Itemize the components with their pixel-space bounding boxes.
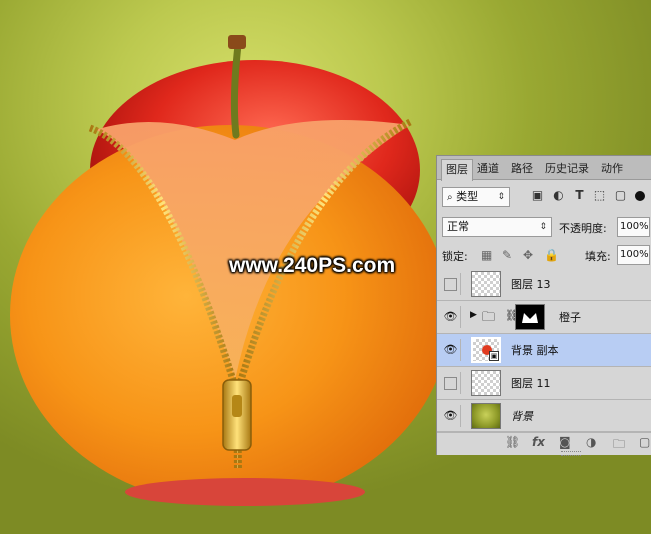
zipper-pull-slot — [232, 395, 242, 417]
apple-bottom — [125, 478, 365, 506]
footer-divider — [437, 431, 651, 432]
type-filter-icon[interactable]: T — [573, 189, 586, 202]
new-layer-icon[interactable]: ▢ — [639, 435, 650, 449]
lock-label: 锁定: — [442, 250, 468, 263]
visibility-toggle[interactable]: 👁 — [441, 306, 461, 328]
layer-row-layer11[interactable]: 图层 11 — [437, 367, 651, 400]
layer-thumbnail — [471, 370, 501, 396]
layer-name: 橙子 — [559, 311, 581, 324]
fx-icon[interactable]: fx — [532, 435, 545, 449]
disclosure-triangle-icon[interactable]: ▶ — [470, 310, 477, 320]
fill-input[interactable]: 100% — [617, 245, 650, 265]
smart-object-badge-icon: ▣ — [489, 351, 499, 361]
layer-thumbnail — [471, 271, 501, 297]
layer-filter-select[interactable]: ⌕ 类型 ⇕ — [442, 187, 510, 207]
folder-icon: 🗀 — [482, 310, 496, 325]
shape-filter-icon[interactable]: ⬚ — [593, 189, 606, 202]
mask-icon[interactable]: ◙ — [559, 435, 571, 449]
adjustment-filter-icon[interactable]: ◐ — [552, 189, 565, 202]
visibility-toggle[interactable]: 👁 — [441, 339, 461, 361]
folder-icon[interactable]: 🗀 — [613, 435, 625, 456]
search-icon: ⌕ — [447, 192, 453, 203]
chevron-updown-icon: ⇕ — [539, 222, 547, 232]
lock-all-icon[interactable]: 🔒 — [544, 248, 559, 262]
eye-icon: 👁 — [443, 409, 458, 422]
visibility-toggle[interactable] — [441, 273, 461, 295]
mask-shape-icon — [522, 313, 538, 323]
layer-name: 图层 11 — [511, 377, 551, 390]
lock-transparent-icon[interactable]: ▦ — [481, 248, 492, 262]
stem-tip — [228, 35, 246, 49]
chevron-updown-icon: ⇕ — [497, 192, 505, 202]
layer-name: 背景 — [511, 410, 533, 423]
smart-object-filter-icon[interactable]: ▢ — [614, 189, 627, 202]
blend-mode-select[interactable]: 正常 ⇕ — [442, 217, 552, 237]
visibility-off-icon — [444, 376, 457, 390]
filter-toggle-icon[interactable] — [635, 191, 645, 201]
adjustment-icon[interactable]: ◑ — [586, 435, 596, 449]
blend-mode-value: 正常 — [447, 220, 469, 233]
layer-row-layer13[interactable]: 图层 13 — [437, 268, 651, 301]
apple-stem — [230, 41, 242, 139]
visibility-off-icon — [444, 277, 457, 291]
layer-mask-thumbnail[interactable] — [515, 304, 545, 330]
layer-thumbnail — [471, 403, 501, 429]
filter-type-label: 类型 — [456, 190, 479, 203]
layer-row-group-orange[interactable]: 👁 ▶ 🗀 ⛓ 橙子 — [437, 301, 651, 334]
panel-tab-bar: 图层 通道 路径 历史记录 动作 — [437, 156, 651, 181]
opacity-input[interactable]: 100% — [617, 217, 650, 237]
link-icon[interactable]: ⛓ — [505, 435, 520, 449]
layers-panel: 图层 通道 路径 历史记录 动作 ⌕ 类型 ⇕ ▣ ◐ T ⬚ ▢ 正常 ⇕ 不… — [436, 155, 651, 456]
tab-actions[interactable]: 动作 — [597, 159, 627, 180]
eye-icon: 👁 — [443, 343, 458, 356]
eye-icon: 👁 — [443, 310, 458, 323]
lock-image-icon[interactable]: ✎ — [502, 248, 512, 262]
visibility-toggle[interactable]: 👁 — [441, 405, 461, 427]
tab-layers[interactable]: 图层 — [441, 159, 473, 181]
tab-channels[interactable]: 通道 — [473, 159, 503, 180]
watermark-text: www.240PS.com — [229, 254, 396, 277]
fill-label: 填充: — [585, 250, 611, 263]
layer-name: 背景 副本 — [511, 344, 559, 357]
tab-paths[interactable]: 路径 — [507, 159, 537, 180]
layer-row-background-copy[interactable]: 👁 ▣ 背景 副本 — [437, 334, 651, 367]
resize-grip[interactable] — [561, 451, 581, 456]
tab-history[interactable]: 历史记录 — [541, 159, 593, 180]
lock-position-icon[interactable]: ✥ — [523, 248, 533, 262]
layer-row-background[interactable]: 👁 背景 — [437, 400, 651, 433]
layer-name: 图层 13 — [511, 278, 551, 291]
layer-thumbnail: ▣ — [471, 337, 501, 363]
opacity-label: 不透明度: — [559, 222, 607, 235]
image-filter-icon[interactable]: ▣ — [531, 189, 544, 202]
visibility-toggle[interactable] — [441, 372, 461, 394]
